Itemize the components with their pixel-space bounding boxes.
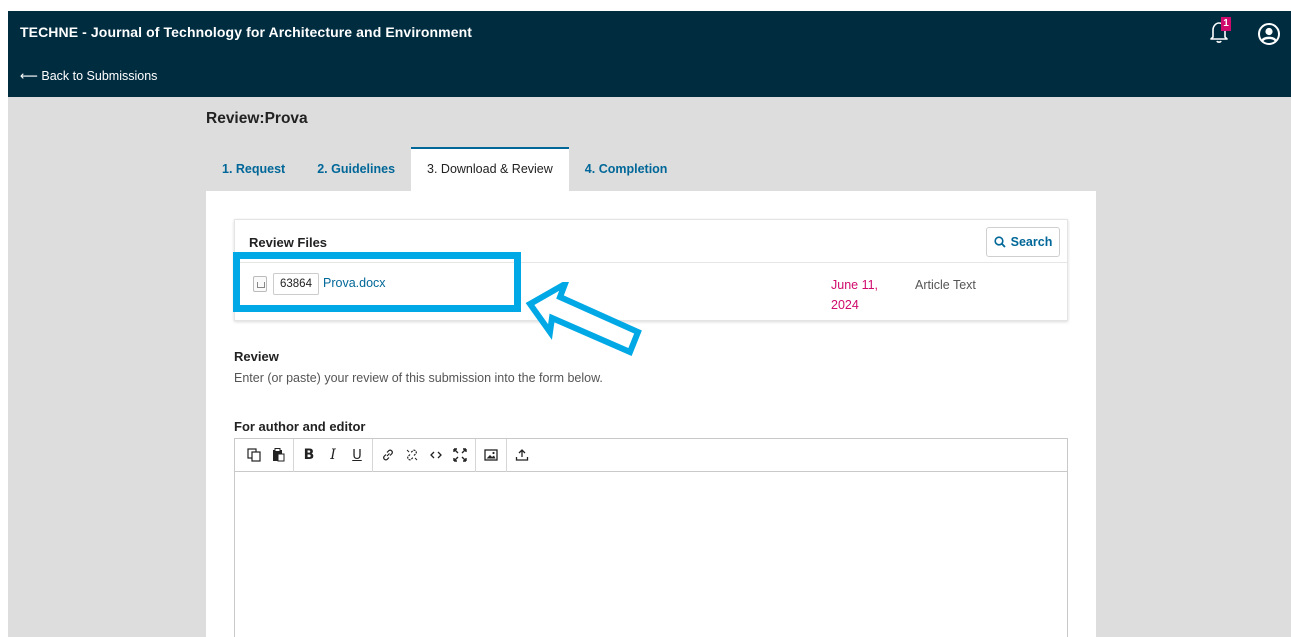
link-icon[interactable] bbox=[376, 442, 400, 468]
paste-icon[interactable] bbox=[266, 442, 290, 468]
editor-text-area[interactable] bbox=[235, 472, 1067, 637]
notification-count-badge: 1 bbox=[1221, 17, 1231, 31]
file-row: 63864 Prova.docx June 11, 2024 Article T… bbox=[235, 263, 1067, 321]
user-menu-button[interactable] bbox=[1257, 22, 1281, 46]
review-editor: B I U bbox=[234, 438, 1068, 637]
top-header: TECHNE - Journal of Technology for Archi… bbox=[8, 11, 1291, 97]
back-to-submissions-link[interactable]: ⟵ Back to Submissions bbox=[20, 68, 157, 83]
search-files-button[interactable]: Search bbox=[986, 227, 1060, 257]
upload-icon[interactable] bbox=[510, 442, 534, 468]
unlink-icon[interactable] bbox=[400, 442, 424, 468]
tab-guidelines[interactable]: 2. Guidelines bbox=[301, 147, 411, 191]
page-title: Review:Prova bbox=[206, 110, 308, 127]
toolbar-group-clipboard bbox=[239, 438, 294, 472]
editor-toolbar: B I U bbox=[235, 438, 1067, 472]
copy-icon[interactable] bbox=[242, 442, 266, 468]
search-icon bbox=[994, 236, 1006, 248]
review-files-grid: Review Files Search 63864 Prova.docx Jun… bbox=[234, 219, 1068, 321]
file-genre: Article Text bbox=[915, 278, 976, 292]
review-section-label: Review bbox=[234, 349, 279, 364]
toolbar-group-upload bbox=[507, 439, 537, 472]
bold-icon[interactable]: B bbox=[297, 442, 321, 468]
file-date-line1: June 11, bbox=[831, 278, 879, 292]
file-id-badge: 63864 bbox=[273, 273, 319, 295]
editor-label: For author and editor bbox=[234, 419, 366, 434]
toolbar-group-format: B I U bbox=[294, 438, 373, 472]
notifications-button[interactable]: 1 bbox=[1208, 17, 1232, 46]
app-window: TECHNE - Journal of Technology for Archi… bbox=[8, 11, 1291, 637]
toolbar-group-media bbox=[476, 438, 507, 472]
underline-icon[interactable]: U bbox=[345, 442, 369, 468]
fullscreen-icon[interactable] bbox=[448, 442, 472, 468]
tab-panel: Review Files Search 63864 Prova.docx Jun… bbox=[206, 191, 1096, 637]
review-files-title: Review Files bbox=[249, 235, 328, 250]
code-icon[interactable] bbox=[424, 442, 448, 468]
review-steps-tabs: 1. Request 2. Guidelines 3. Download & R… bbox=[206, 147, 684, 191]
user-avatar-icon bbox=[1258, 23, 1280, 45]
review-files-header: Review Files Search bbox=[235, 220, 1067, 263]
site-title[interactable]: TECHNE - Journal of Technology for Archi… bbox=[20, 24, 472, 40]
file-name-link[interactable]: Prova.docx bbox=[323, 276, 386, 290]
tab-completion[interactable]: 4. Completion bbox=[569, 147, 684, 191]
toolbar-group-insert bbox=[373, 438, 476, 472]
search-button-label: Search bbox=[1010, 235, 1053, 249]
file-date: June 11, 2024 bbox=[831, 275, 879, 315]
review-section-description: Enter (or paste) your review of this sub… bbox=[234, 371, 603, 385]
tab-request[interactable]: 1. Request bbox=[206, 147, 301, 191]
image-icon[interactable] bbox=[479, 442, 503, 468]
italic-icon[interactable]: I bbox=[321, 442, 345, 468]
tab-download-review[interactable]: 3. Download & Review bbox=[411, 147, 569, 191]
document-file-icon bbox=[253, 276, 267, 292]
file-date-line2: 2024 bbox=[831, 298, 859, 312]
